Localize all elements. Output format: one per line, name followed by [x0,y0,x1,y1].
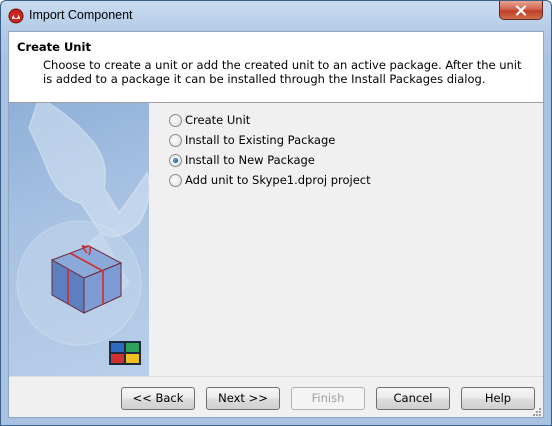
radio-add-unit-to-project[interactable] [169,174,182,187]
radio-install-new-package[interactable] [169,154,182,167]
cancel-button[interactable]: Cancel [376,387,450,410]
option-label: Add unit to Skype1.dproj project [185,173,371,187]
wizard-side-panel [9,103,149,376]
radio-install-existing-package[interactable] [169,134,182,147]
page-title: Create Unit [17,40,91,54]
help-button[interactable]: Help [461,387,535,410]
delphi-helmet-icon [8,8,24,24]
title-bar[interactable]: Import Component [1,1,551,31]
dialog-client-area: Create Unit Choose to create a unit or a… [8,31,544,418]
finish-button[interactable]: Finish [291,387,365,410]
option-label: Install to Existing Package [185,133,336,147]
close-icon [515,5,527,16]
option-label: Create Unit [185,113,251,127]
wrench-package-illustration [16,103,149,346]
resize-grip-icon[interactable] [532,408,542,417]
window-title: Import Component [29,8,133,22]
next-button[interactable]: Next >> [206,387,280,410]
page-description: Choose to create a unit or add the creat… [43,58,522,86]
radio-create-unit[interactable] [169,114,182,127]
option-label: Install to New Package [185,153,315,167]
color-squares-logo [109,341,141,365]
back-button[interactable]: << Back [121,387,195,410]
close-button[interactable] [499,1,543,20]
wizard-header: Create Unit Choose to create a unit or a… [9,32,543,103]
import-component-window: Import Component Create Unit Choose to c… [0,0,552,426]
footer-divider [9,376,543,377]
